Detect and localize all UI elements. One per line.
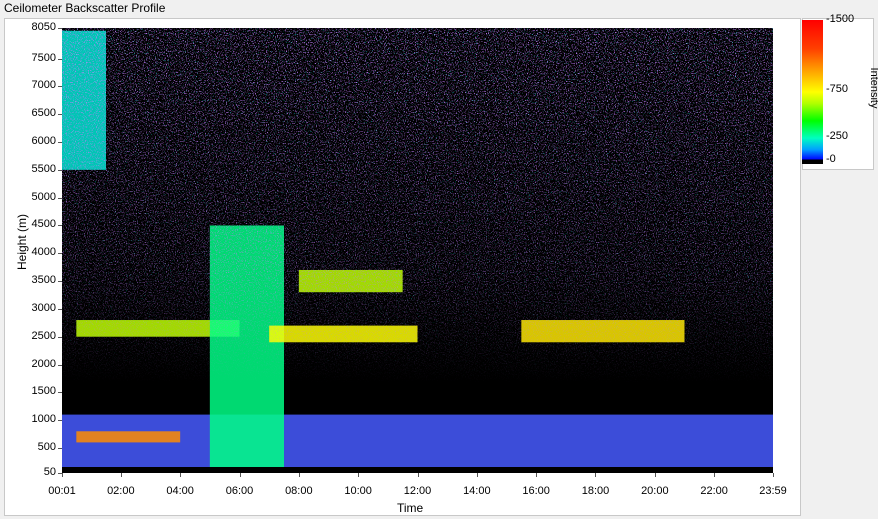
ground-band: [62, 467, 773, 473]
x-tick-label: 20:00: [641, 485, 669, 497]
x-tick-label: 08:00: [285, 485, 313, 497]
y-tick-label: 500: [37, 440, 56, 453]
x-tick-mark: [120, 473, 122, 477]
y-tick-label: 1500: [31, 385, 56, 398]
x-tick-label: 06:00: [225, 485, 254, 497]
x-tick-label: 04:00: [166, 485, 194, 497]
x-tick-label: 10:00: [344, 485, 372, 497]
x-tick-mark: [476, 473, 478, 477]
y-tick-label: 8050: [31, 21, 56, 33]
colorbar-label: Intensity: [868, 67, 878, 109]
x-tick-mark: [773, 473, 774, 477]
backscatter-heatmap: [62, 28, 773, 473]
x-tick-label: 23:59: [759, 485, 787, 497]
noise-speckle: [62, 28, 773, 473]
x-tick-label: 12:00: [403, 485, 432, 497]
x-tick-mark: [595, 473, 597, 477]
x-tick-label: 22:00: [700, 485, 728, 497]
x-tick-mark: [239, 473, 241, 477]
x-tick-mark: [180, 473, 182, 477]
y-tick-label: 3000: [31, 301, 56, 314]
x-tick-mark: [536, 473, 538, 477]
x-tick-mark: [654, 473, 656, 477]
y-tick-label: 7500: [31, 51, 56, 64]
colorbar-tick-label: -250: [826, 129, 849, 142]
colorbar-tick-label: -750: [826, 83, 849, 95]
x-tick-label: 02:00: [107, 485, 135, 497]
colorbar-tick-label: -1500: [826, 13, 855, 25]
window-title: Ceilometer Backscatter Profile: [4, 1, 166, 15]
x-axis-label: Time: [397, 501, 424, 515]
plot-area[interactable]: [62, 28, 773, 473]
y-tick-label: 50: [43, 466, 56, 478]
x-tick-mark: [62, 473, 63, 477]
x-tick-mark: [714, 473, 716, 477]
x-tick-label: 18:00: [581, 485, 610, 497]
colorbar-tick-label: -0: [826, 153, 836, 165]
x-tick-label: 14:00: [463, 485, 491, 497]
x-tick-mark: [358, 473, 360, 477]
x-tick-mark: [417, 473, 419, 477]
y-tick-label: 1000: [31, 413, 56, 426]
y-tick-label: 7000: [31, 79, 56, 92]
y-tick-label: 2500: [31, 329, 56, 342]
x-tick-label: 16:00: [522, 485, 550, 497]
x-tick-label: 00:01: [48, 485, 76, 497]
y-axis-label: Height (m): [15, 214, 29, 271]
x-tick-mark: [298, 473, 300, 477]
colorbar: [802, 20, 823, 164]
y-tick-label: 2000: [31, 357, 56, 370]
y-tick-label: 5000: [31, 190, 56, 203]
y-tick-label: 5500: [31, 162, 56, 175]
y-tick-label: 6500: [31, 107, 56, 120]
y-tick-label: 6000: [31, 135, 56, 148]
